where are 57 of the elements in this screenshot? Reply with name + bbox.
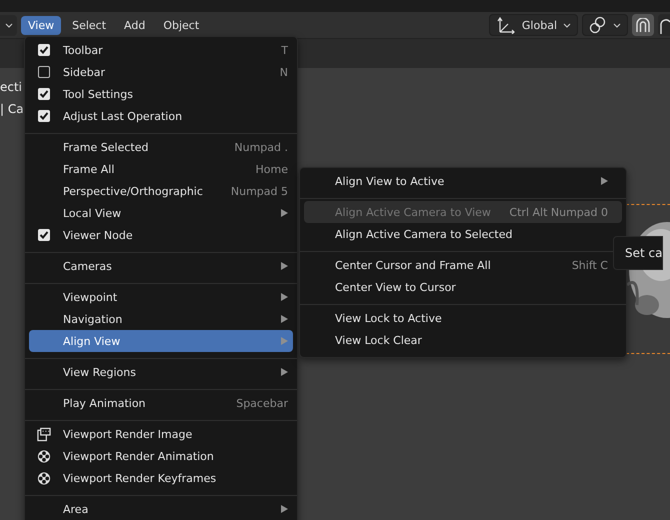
menu-item[interactable]: Frame Selected Numpad . bbox=[29, 136, 293, 158]
menu-item[interactable]: Cameras bbox=[29, 255, 293, 277]
arc-icon bbox=[658, 16, 670, 34]
submenu-arrow-icon bbox=[601, 177, 608, 185]
menu-item[interactable]: Viewport Render Image bbox=[29, 423, 293, 445]
orientation-dropdown[interactable]: Global bbox=[488, 14, 578, 36]
chevron-icon bbox=[563, 22, 571, 28]
film-reel-icon bbox=[37, 470, 51, 486]
film-frame-icon bbox=[37, 426, 51, 442]
checkbox[interactable] bbox=[38, 66, 50, 78]
menu-item[interactable]: Frame All Home bbox=[29, 158, 293, 180]
checkbox[interactable] bbox=[38, 88, 50, 100]
menu-item[interactable]: Area bbox=[29, 498, 293, 520]
checkbox[interactable] bbox=[38, 110, 50, 122]
menu-item[interactable]: Viewer Node bbox=[29, 224, 293, 246]
menu-button[interactable]: View bbox=[21, 16, 62, 34]
submenu-arrow-icon bbox=[281, 209, 288, 217]
circles-icon bbox=[589, 16, 607, 34]
menu-item[interactable]: Viewport Render Keyframes bbox=[29, 467, 293, 489]
menu-button[interactable]: Select bbox=[65, 16, 114, 34]
menu-item[interactable]: Play Animation Spacebar bbox=[29, 392, 293, 414]
menu-item[interactable]: Align View to Active bbox=[304, 170, 622, 192]
menu-item[interactable]: Sidebar N bbox=[29, 61, 293, 83]
checkbox[interactable] bbox=[38, 229, 50, 241]
overlay-text: ecti bbox=[0, 80, 22, 94]
tooltip: Set ca bbox=[613, 236, 664, 270]
menu-item[interactable]: View Lock to Active bbox=[304, 307, 622, 329]
axes-icon bbox=[496, 16, 516, 34]
menu-item[interactable]: Center View to Cursor bbox=[304, 276, 622, 298]
menu-item[interactable]: Align View bbox=[29, 330, 293, 352]
menu-item[interactable]: View Regions bbox=[29, 361, 293, 383]
menu-item[interactable]: Adjust Last Operation bbox=[29, 105, 293, 127]
chevron-icon bbox=[4, 22, 12, 28]
checkbox[interactable] bbox=[38, 44, 50, 56]
submenu-arrow-icon bbox=[281, 337, 288, 345]
menu-item[interactable]: Local View bbox=[29, 202, 293, 224]
submenu-arrow-icon bbox=[281, 505, 288, 513]
film-reel-icon bbox=[37, 448, 51, 464]
menu-button[interactable]: Object bbox=[156, 16, 206, 34]
submenu-arrow-icon bbox=[281, 262, 288, 270]
menu-button[interactable]: Add bbox=[117, 16, 152, 34]
menu-item[interactable]: Perspective/Orthographic Numpad 5 bbox=[29, 180, 293, 202]
submenu-arrow-icon bbox=[281, 315, 288, 323]
submenu-arrow-icon bbox=[281, 293, 288, 301]
snap-button[interactable] bbox=[658, 14, 670, 36]
overlay-text: | Ca bbox=[0, 102, 24, 116]
magnet-button[interactable] bbox=[632, 14, 654, 36]
menu-item[interactable]: View Lock Clear bbox=[304, 329, 622, 351]
pivot-dropdown[interactable] bbox=[582, 14, 628, 36]
magnet-icon bbox=[636, 18, 650, 32]
menu-item[interactable]: Navigation bbox=[29, 308, 293, 330]
submenu-arrow-icon bbox=[281, 368, 288, 376]
menu-item[interactable]: Viewport Render Animation bbox=[29, 445, 293, 467]
chevron-icon bbox=[613, 22, 621, 28]
dropdown-button[interactable] bbox=[0, 14, 17, 36]
menu-item[interactable]: Tool Settings bbox=[29, 83, 293, 105]
menu-item[interactable]: Viewpoint bbox=[29, 286, 293, 308]
